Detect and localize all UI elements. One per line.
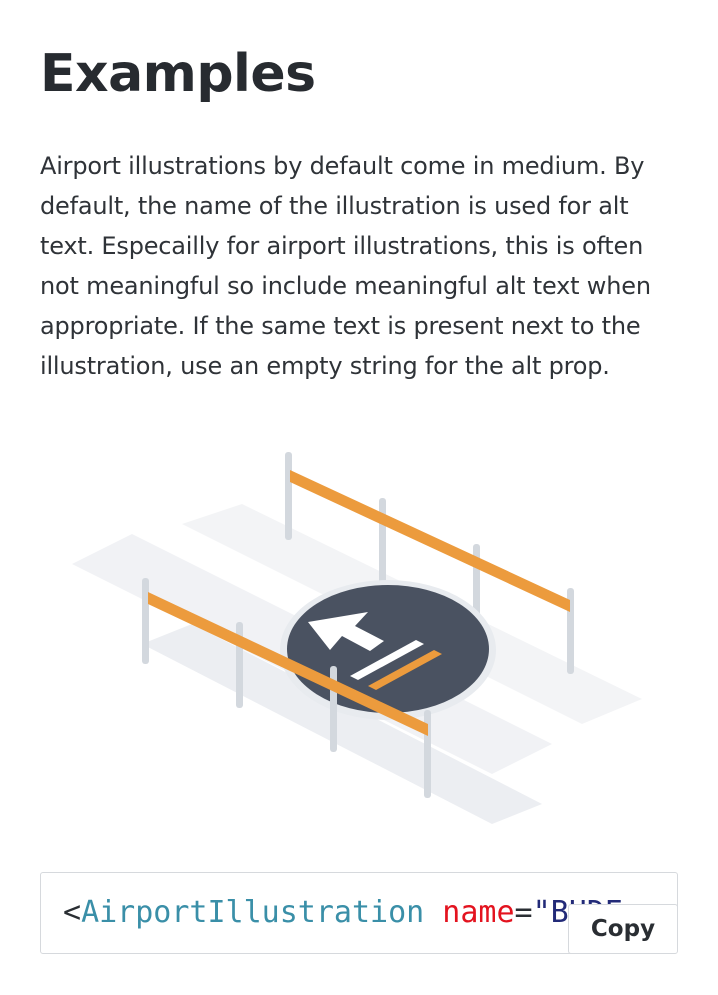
copy-button[interactable]: Copy — [568, 904, 677, 953]
disc — [287, 585, 489, 713]
pole — [379, 498, 386, 586]
code-line: <AirportIllustration name="BUDE — [63, 893, 623, 933]
code-tag: AirportIllustration — [81, 895, 425, 930]
code-snippet: <AirportIllustration name="BUDE Copy — [40, 872, 678, 954]
description-text: Airport illustrations by default come in… — [40, 152, 651, 380]
airport-illustration — [72, 452, 642, 824]
pole — [142, 578, 149, 664]
code-token: = — [514, 895, 533, 930]
page-title: Examples — [40, 44, 316, 104]
code-attr: name — [442, 895, 515, 930]
code-token: < — [63, 895, 82, 930]
pole — [285, 452, 292, 540]
